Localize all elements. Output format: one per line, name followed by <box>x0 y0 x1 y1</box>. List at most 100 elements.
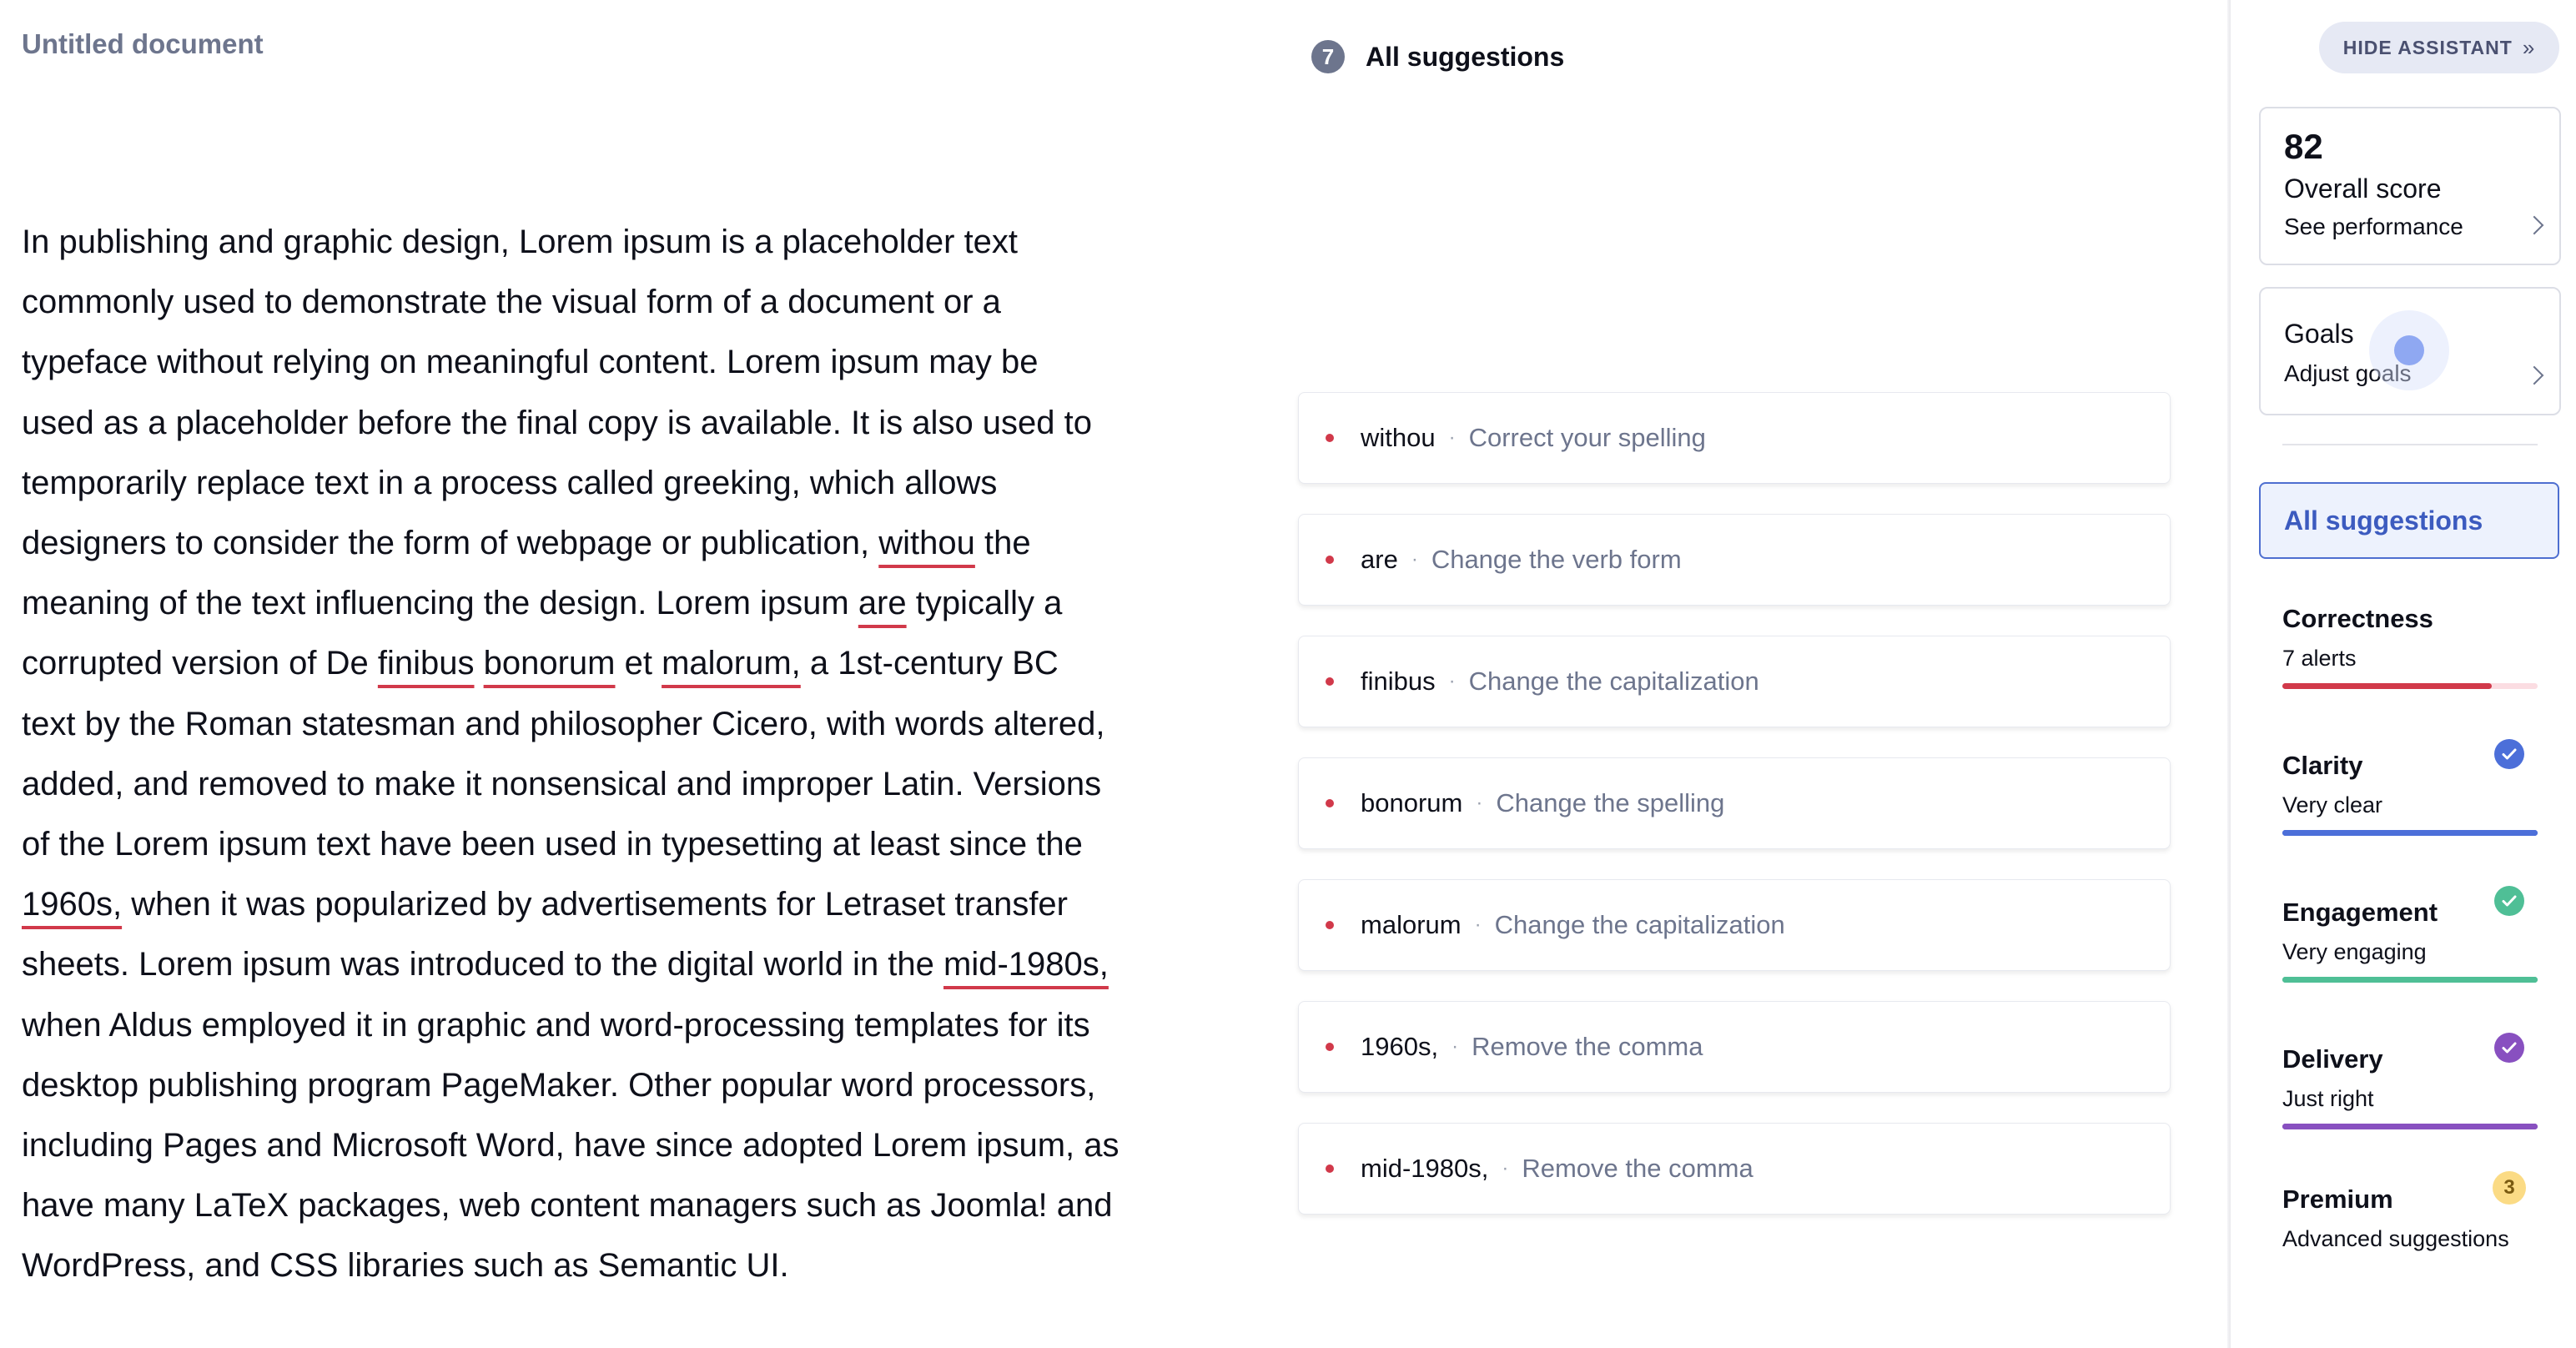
category-engagement[interactable]: Engagement Very engaging <box>2282 886 2538 983</box>
text-segment: WordPress, and CSS libraries such as Sem… <box>22 1247 789 1285</box>
flagged-word[interactable]: mid-1980s, <box>943 946 1109 983</box>
category-status: 7 alerts <box>2282 646 2357 671</box>
suggestion-description: Change the verb form <box>1431 545 1682 574</box>
document-editor[interactable]: In publishing and graphic design, Lorem … <box>22 212 1173 1296</box>
document-line: 1960s, when it was popularized by advert… <box>22 874 1173 934</box>
text-segment: when it was popularized by advertisement… <box>122 886 1068 923</box>
document-line: In publishing and graphic design, Lorem … <box>22 212 1173 272</box>
hide-assistant-button[interactable]: HIDE ASSISTANT » <box>2319 22 2559 73</box>
suggestion-card[interactable]: malorum · Change the capitalization <box>1298 879 2171 971</box>
category-delivery[interactable]: Delivery Just right <box>2282 1033 2538 1129</box>
suggestion-list: withou · Correct your spelling are · Change t… <box>1298 392 2171 1245</box>
separator-dot: · <box>1448 426 1456 449</box>
text-segment: a 1st-century BC <box>800 645 1059 682</box>
text-segment: text by the Roman statesman and philosop… <box>22 705 1105 742</box>
text-segment: sheets. Lorem ipsum was introduced to th… <box>22 946 944 983</box>
suggestion-description: Change the spelling <box>1496 788 1725 817</box>
text-segment: when Aldus employed it in graphic and wo… <box>22 1006 1090 1044</box>
category-clarity[interactable]: Clarity Very clear <box>2282 739 2538 836</box>
text-segment: temporarily replace text in a process ca… <box>22 464 998 501</box>
suggestion-card[interactable]: 1960s, · Remove the comma <box>1298 1001 2171 1093</box>
flagged-word[interactable]: finibus <box>378 645 475 682</box>
error-dot-icon <box>1326 799 1334 807</box>
document-line: when Aldus employed it in graphic and wo… <box>22 995 1173 1055</box>
suggestion-card[interactable]: bonorum · Change the spelling <box>1298 757 2171 849</box>
separator-dot: · <box>1474 913 1482 936</box>
category-premium[interactable]: Premium Advanced suggestions 3 <box>2282 1171 2538 1252</box>
chevron-right-icon <box>2524 365 2544 385</box>
category-correctness[interactable]: Correctness 7 alerts <box>2282 604 2538 689</box>
category-progress-fill <box>2282 830 2538 836</box>
suggestion-description: Correct your spelling <box>1468 423 1706 452</box>
separator-dot: · <box>1502 1157 1509 1180</box>
all-suggestions-label: All suggestions <box>2284 505 2483 536</box>
category-progress-bar <box>2282 977 2538 983</box>
flagged-word[interactable]: are <box>858 585 907 621</box>
category-status: Very clear <box>2282 792 2383 817</box>
flagged-word[interactable]: 1960s, <box>22 886 122 923</box>
text-segment: including Pages and Microsoft Word, have… <box>22 1127 1119 1164</box>
category-progress-fill <box>2282 1124 2538 1129</box>
text-segment: the <box>974 525 1031 562</box>
text-segment: typically a <box>906 585 1063 622</box>
category-status: Just right <box>2282 1086 2374 1111</box>
suggestion-word: malorum <box>1361 910 1462 939</box>
separator-dot: · <box>1452 1035 1459 1058</box>
check-circle-icon <box>2494 886 2524 916</box>
flagged-word[interactable]: bonorum <box>484 645 616 682</box>
suggestion-description: Change the capitalization <box>1494 910 1785 939</box>
separator-dot: · <box>1448 670 1456 692</box>
suggestion-description: Change the capitalization <box>1468 666 1759 696</box>
see-performance-link[interactable]: See performance <box>2284 214 2463 240</box>
suggestion-card[interactable]: are · Change the verb form <box>1298 514 2171 606</box>
flagged-word[interactable]: withou <box>878 525 975 561</box>
error-dot-icon <box>1326 434 1334 442</box>
suggestion-card[interactable]: withou · Correct your spelling <box>1298 392 2171 484</box>
suggestion-description: Remove the comma <box>1472 1032 1703 1061</box>
text-segment: have many LaTeX packages, web content ma… <box>22 1187 1113 1225</box>
text-segment: corrupted version of De <box>22 645 378 682</box>
document-line: commonly used to demonstrate the visual … <box>22 272 1173 332</box>
premium-count-badge: 3 <box>2493 1171 2526 1205</box>
category-progress-bar <box>2282 1124 2538 1129</box>
error-dot-icon <box>1326 1164 1334 1173</box>
error-dot-icon <box>1326 556 1334 564</box>
suggestions-title: All suggestions <box>1366 41 1565 72</box>
error-dot-icon <box>1326 677 1334 686</box>
text-segment: commonly used to demonstrate the visual … <box>22 284 1001 321</box>
goals-label: Goals <box>2284 319 2354 349</box>
document-line: corrupted version of De finibus bonorum … <box>22 633 1173 693</box>
flagged-word[interactable]: malorum, <box>662 645 801 682</box>
text-segment: typeface without relying on meaningful c… <box>22 344 1039 381</box>
overall-score-card[interactable]: 82 Overall score See performance <box>2259 107 2561 265</box>
all-suggestions-tab[interactable]: All suggestions <box>2259 482 2559 559</box>
double-chevron-right-icon: » <box>2522 34 2536 60</box>
overall-score-label: Overall score <box>2284 174 2442 204</box>
suggestions-header: 7 All suggestions <box>1311 40 1564 73</box>
document-line: added, and removed to make it nonsensica… <box>22 754 1173 814</box>
error-dot-icon <box>1326 1043 1334 1051</box>
suggestion-word: finibus <box>1361 666 1436 696</box>
document-title[interactable]: Untitled document <box>22 28 264 60</box>
sidebar-separator <box>2282 444 2538 445</box>
text-segment: of the Lorem ipsum text have been used i… <box>22 826 1083 863</box>
document-line: including Pages and Microsoft Word, have… <box>22 1115 1173 1175</box>
separator-dot: · <box>1476 792 1483 814</box>
overall-score-value: 82 <box>2284 127 2323 166</box>
text-segment <box>475 645 484 682</box>
suggestion-word: are <box>1361 545 1398 574</box>
suggestion-card[interactable]: finibus · Change the capitalization <box>1298 636 2171 727</box>
text-segment: designers to consider the form of webpag… <box>22 525 879 562</box>
text-segment: used as a placeholder before the final c… <box>22 404 1093 441</box>
suggestion-description: Remove the comma <box>1522 1154 1753 1183</box>
category-status: Advanced suggestions <box>2282 1226 2509 1251</box>
text-segment: added, and removed to make it nonsensica… <box>22 765 1102 802</box>
category-status: Very engaging <box>2282 939 2427 964</box>
category-progress-bar <box>2282 683 2538 689</box>
document-line: designers to consider the form of webpag… <box>22 513 1173 573</box>
chevron-right-icon <box>2524 215 2544 235</box>
suggestion-card[interactable]: mid-1980s, · Remove the comma <box>1298 1123 2171 1215</box>
error-dot-icon <box>1326 921 1334 929</box>
text-segment: meaning of the text influencing the desi… <box>22 585 858 622</box>
document-line: temporarily replace text in a process ca… <box>22 453 1173 513</box>
